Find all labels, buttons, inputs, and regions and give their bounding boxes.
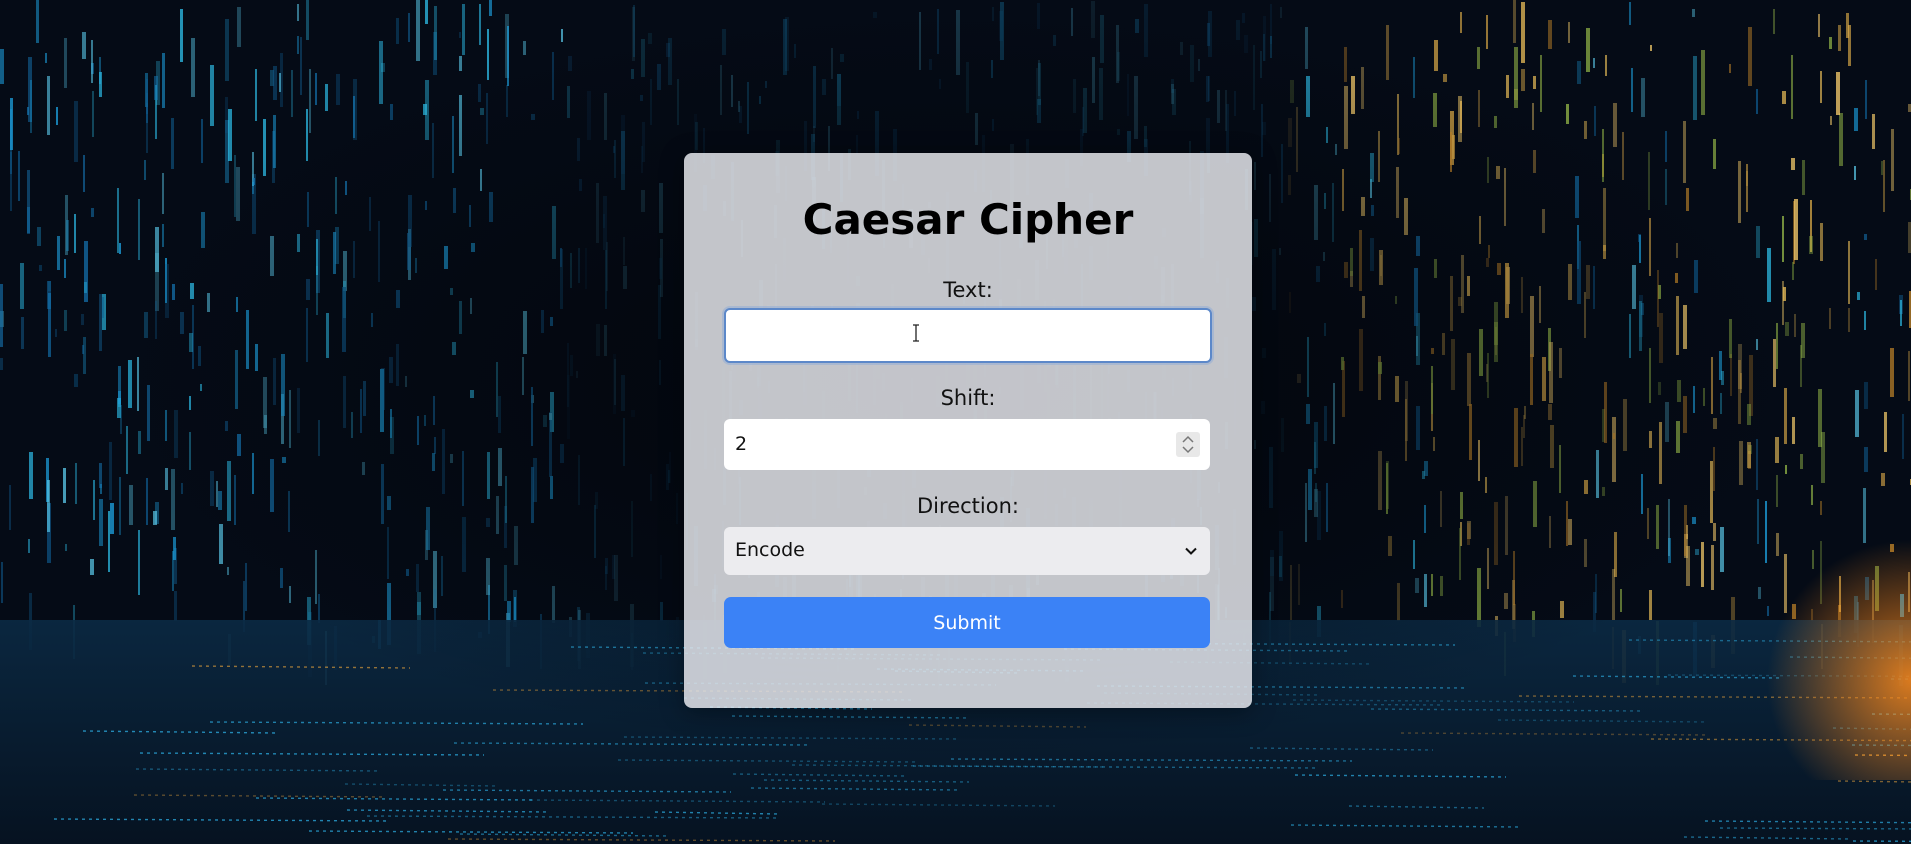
direction-selected-value: Encode xyxy=(735,539,805,561)
text-cursor-icon xyxy=(913,324,919,342)
shift-label: Shift: xyxy=(940,386,996,410)
cipher-form-card: Caesar Cipher Text: Shift: 2 Direction: … xyxy=(684,153,1252,708)
shift-value: 2 xyxy=(735,433,748,455)
text-input[interactable] xyxy=(724,308,1212,363)
submit-button[interactable]: Submit xyxy=(724,597,1210,648)
app-screen: Caesar Cipher Text: Shift: 2 Direction: … xyxy=(0,0,1911,844)
page-title: Caesar Cipher xyxy=(802,195,1134,244)
direction-label: Direction: xyxy=(917,494,1019,518)
chevron-down-icon xyxy=(1185,547,1197,555)
text-label: Text: xyxy=(943,278,993,302)
spinner-arrows-icon[interactable] xyxy=(1176,432,1200,457)
shift-number-input[interactable]: 2 xyxy=(724,419,1210,470)
direction-select[interactable]: Encode xyxy=(724,527,1210,575)
